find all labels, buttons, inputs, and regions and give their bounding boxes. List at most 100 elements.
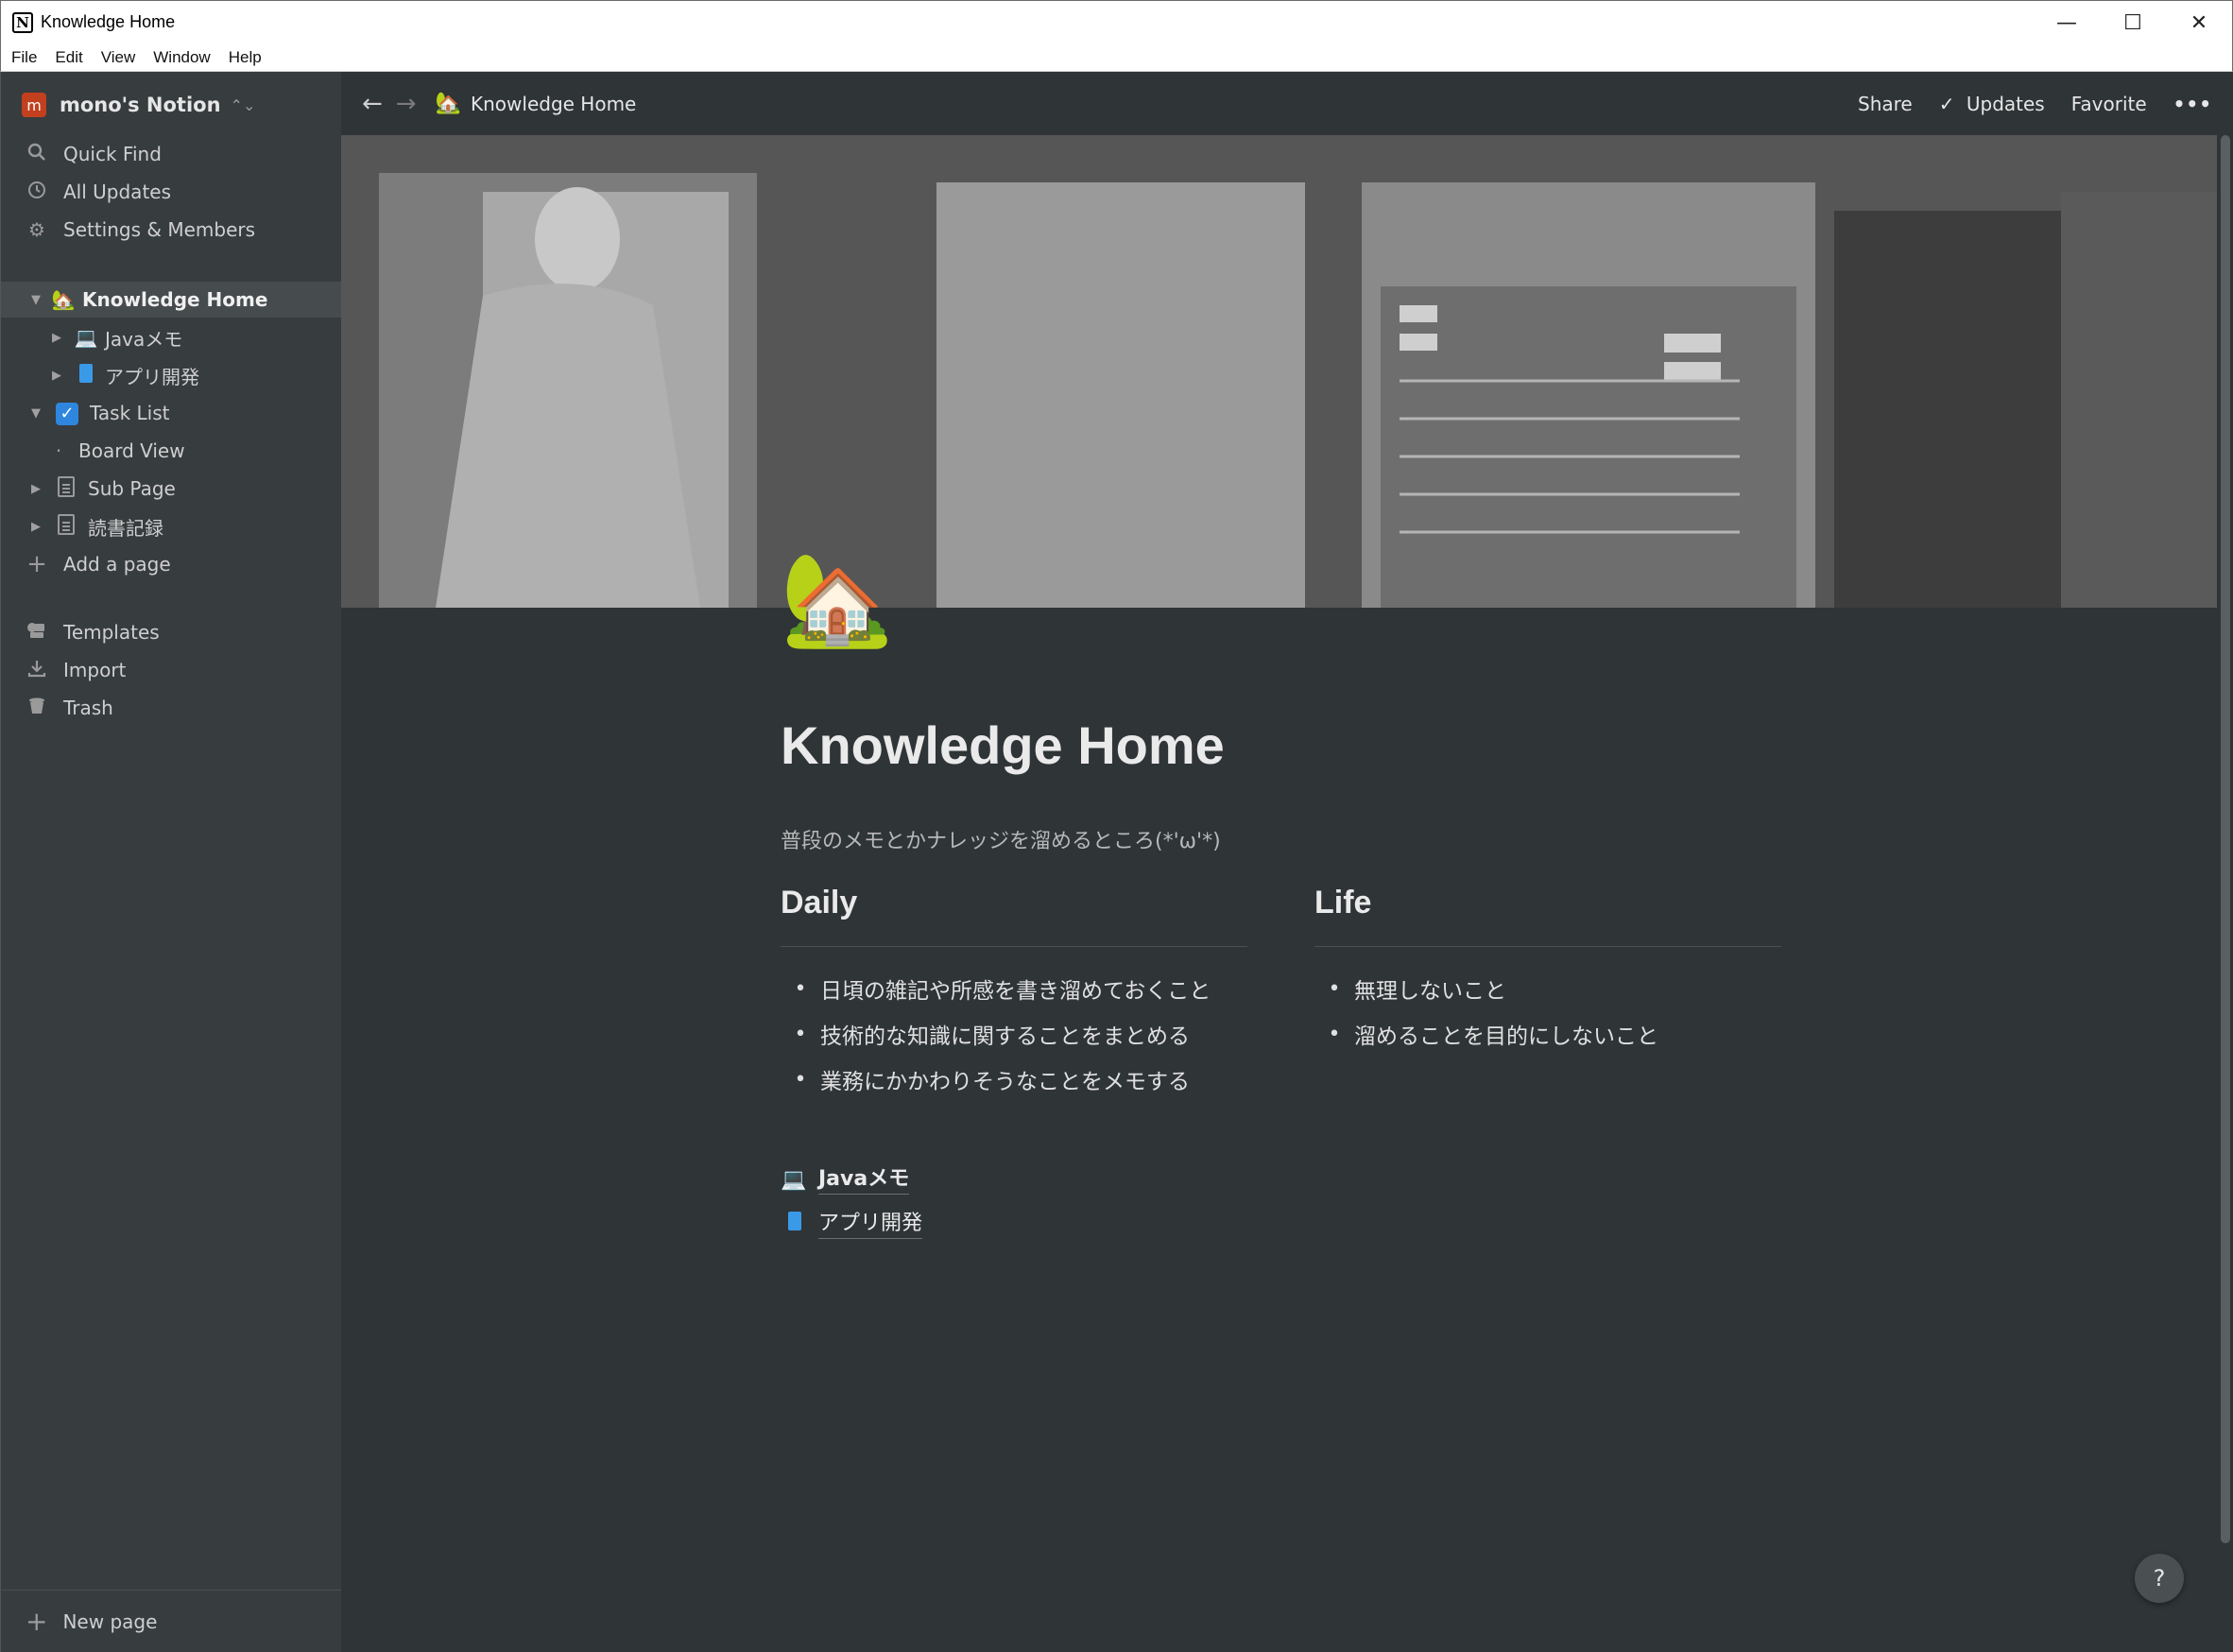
bullet-list-daily: 日頃の雑記や所感を書き溜めておくこと 技術的な知識に関することをまとめる 業務に…	[781, 966, 1247, 1102]
sidebar-item-task-list[interactable]: ▼ ✓ Task List	[1, 395, 342, 431]
heading-life[interactable]: Life	[1314, 885, 1781, 947]
sidebar-item-trash[interactable]: Trash	[1, 690, 342, 726]
sidebar-item-label: Task List	[90, 402, 170, 424]
sidebar-item-quick-find[interactable]: Quick Find	[1, 136, 342, 172]
document-icon	[58, 475, 75, 502]
notion-app-icon: N	[12, 11, 33, 33]
close-button[interactable]: ✕	[2166, 1, 2232, 44]
chevron-updown-icon: ⌃⌄	[230, 95, 256, 114]
sidebar-item-label: Settings & Members	[63, 218, 256, 241]
menu-edit[interactable]: Edit	[55, 48, 82, 67]
toggle-down-icon[interactable]: ▼	[29, 293, 43, 307]
menu-view[interactable]: View	[101, 48, 136, 67]
sidebar-item-settings[interactable]: ⚙ Settings & Members	[1, 212, 342, 248]
page-subtitle[interactable]: 普段のメモとかナレッジを溜めるところ(*'ω'*)	[781, 824, 1221, 854]
menu-help[interactable]: Help	[229, 48, 262, 67]
sidebar-item-label: Sub Page	[88, 477, 176, 500]
toggle-right-icon[interactable]: ▶	[29, 482, 43, 496]
cover-image[interactable]	[341, 135, 2217, 608]
sidebar-item-label: Trash	[63, 697, 113, 719]
menu-window[interactable]: Window	[153, 48, 210, 67]
new-page-button[interactable]: + New page	[1, 1590, 342, 1652]
house-icon: 🏡	[51, 288, 76, 311]
list-item[interactable]: 業務にかかわりそうなことをメモする	[781, 1057, 1247, 1102]
laptop-icon: 💻	[74, 326, 98, 349]
plus-icon: +	[26, 1606, 48, 1637]
minimize-button[interactable]: —	[2034, 1, 2100, 44]
page-title[interactable]: Knowledge Home	[781, 714, 1225, 776]
help-button[interactable]: ?	[2135, 1554, 2184, 1603]
sidebar-item-label: アプリ開発	[105, 365, 199, 388]
toggle-right-icon[interactable]: ▶	[29, 520, 43, 534]
plus-icon: +	[26, 550, 47, 578]
sidebar-item-label: Templates	[63, 621, 160, 644]
toggle-down-icon[interactable]: ▼	[29, 406, 43, 421]
trash-icon	[26, 697, 48, 720]
sidebar: m mono's Notion ⌃⌄ Quick Find All Update…	[0, 72, 342, 1652]
updates-button[interactable]: ✓ Updates	[1939, 93, 2045, 115]
window-controls: — ☐ ✕	[2034, 1, 2232, 44]
sidebar-item-sub-page[interactable]: ▶ Sub Page	[1, 471, 342, 507]
clock-icon	[26, 181, 48, 204]
scrollbar-thumb[interactable]	[2221, 135, 2230, 1543]
new-page-label: New page	[62, 1609, 158, 1633]
share-button[interactable]: Share	[1858, 93, 1913, 115]
sidebar-item-label: Import	[63, 659, 127, 681]
toggle-right-icon[interactable]: ▶	[50, 369, 63, 383]
workspace-switcher[interactable]: m mono's Notion ⌃⌄	[22, 89, 255, 121]
checkbox-icon: ✓	[56, 401, 78, 425]
heading-daily[interactable]: Daily	[781, 885, 1247, 947]
page-link-java-memo[interactable]: 💻 Javaメモ	[781, 1159, 910, 1200]
updates-label: Updates	[1966, 92, 2045, 115]
page-link-label: アプリ開発	[818, 1210, 923, 1239]
gear-icon: ⚙	[28, 218, 45, 241]
list-item[interactable]: 無理しないこと	[1314, 966, 1781, 1011]
sidebar-item-label: Board View	[78, 439, 185, 462]
search-icon	[26, 143, 48, 166]
favorite-button[interactable]: Favorite	[2071, 93, 2147, 115]
import-icon	[26, 659, 48, 682]
sidebar-item-knowledge-home[interactable]: ▼ 🏡 Knowledge Home	[1, 282, 342, 318]
column-life: Life 無理しないこと 溜めることを目的にしないこと	[1314, 885, 1781, 1057]
sidebar-item-java-memo[interactable]: ▶ 💻 Javaメモ	[1, 319, 342, 355]
workspace-name: mono's Notion	[60, 94, 221, 116]
menu-bar: File Edit View Window Help	[0, 43, 2233, 72]
blue-book-icon	[73, 363, 99, 387]
sidebar-item-reading-log[interactable]: ▶ 読書記録	[1, 508, 342, 544]
sidebar-item-label: Quick Find	[63, 143, 162, 165]
workspace-avatar: m	[22, 93, 46, 117]
page-link-label: Javaメモ	[818, 1165, 910, 1195]
bullet-list-life: 無理しないこと 溜めることを目的にしないこと	[1314, 966, 1781, 1057]
top-actions: Share ✓ Updates Favorite •••	[1831, 72, 2212, 135]
back-arrow-icon[interactable]: ←	[362, 90, 383, 118]
list-item[interactable]: 技術的な知識に関することをまとめる	[781, 1011, 1247, 1057]
sidebar-item-app-dev[interactable]: ▶ アプリ開発	[1, 357, 342, 393]
check-icon: ✓	[1938, 92, 1955, 115]
menu-file[interactable]: File	[11, 48, 37, 67]
column-daily: Daily 日頃の雑記や所感を書き溜めておくこと 技術的な知識に関することをまと…	[781, 885, 1247, 1102]
blue-book-icon	[781, 1212, 818, 1236]
page-link-app-dev[interactable]: アプリ開発	[781, 1203, 923, 1245]
page-icon-house[interactable]: 🏡	[781, 554, 894, 645]
add-page-label: Add a page	[63, 553, 171, 576]
more-options-icon[interactable]: •••	[2173, 93, 2212, 115]
list-item[interactable]: 日頃の雑記や所感を書き溜めておくこと	[781, 966, 1247, 1011]
breadcrumb[interactable]: Knowledge Home	[471, 93, 636, 115]
sidebar-item-label: All Updates	[63, 181, 172, 203]
sidebar-item-templates[interactable]: Templates	[1, 614, 342, 650]
forward-arrow-icon[interactable]: →	[396, 90, 417, 118]
sidebar-item-label: Javaメモ	[105, 327, 183, 351]
sidebar-item-all-updates[interactable]: All Updates	[1, 174, 342, 210]
main-area: ← → 🏡 Knowledge Home Share ✓ Updates Fav…	[341, 72, 2233, 1652]
maximize-button[interactable]: ☐	[2100, 1, 2166, 44]
document-icon	[58, 513, 75, 540]
house-icon: 🏡	[435, 92, 461, 115]
window-title: Knowledge Home	[41, 12, 176, 31]
top-bar: ← → 🏡 Knowledge Home Share ✓ Updates Fav…	[341, 72, 2233, 135]
sidebar-item-label: 読書記録	[88, 516, 163, 540]
list-item[interactable]: 溜めることを目的にしないこと	[1314, 1011, 1781, 1057]
add-page-button[interactable]: + Add a page	[1, 546, 342, 582]
toggle-right-icon[interactable]: ▶	[50, 331, 63, 345]
sidebar-item-board-view[interactable]: · Board View	[1, 433, 342, 469]
sidebar-item-import[interactable]: Import	[1, 652, 342, 688]
